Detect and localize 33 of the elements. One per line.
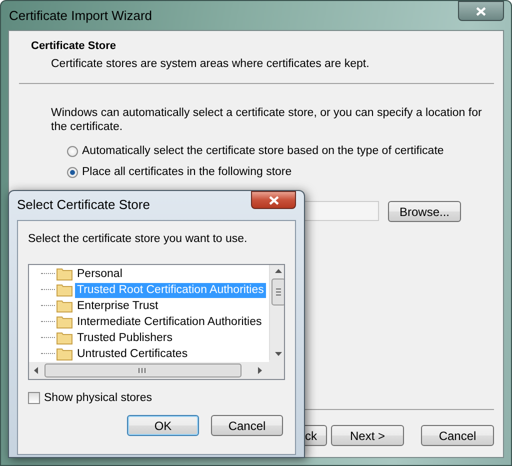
folder-icon	[56, 315, 73, 329]
tree-item[interactable]: Personal	[75, 266, 124, 282]
radio-button[interactable]	[67, 166, 78, 178]
next-button[interactable]: Next >	[331, 425, 404, 446]
tree-item[interactable]: Enterprise Trust	[75, 298, 160, 314]
close-button[interactable]	[251, 191, 296, 209]
close-icon	[476, 6, 486, 16]
page-heading: Certificate Store	[31, 40, 117, 52]
prompt-text: Select the certificate store you want to use.	[28, 233, 248, 245]
tree-item[interactable]: Untrusted Certificates	[75, 346, 190, 362]
radio-button[interactable]	[67, 146, 78, 156]
folder-icon	[56, 299, 73, 313]
checkbox-label: Show physical stores	[44, 392, 152, 404]
folder-icon	[56, 283, 73, 297]
close-button[interactable]	[458, 1, 504, 21]
store-tree[interactable]: Personal Trusted Root Certification Authorities Enterprise Trust Intermediate Certification Authorities Trusted Publishers Untrusted Certificates	[28, 264, 285, 380]
folder-icon	[56, 267, 73, 281]
tree-item[interactable]: Intermediate Certification Authorities	[75, 314, 264, 330]
option-label: Automatically select the certificate store based on the type of certificate	[82, 145, 444, 157]
browse-button[interactable]: Browse...	[388, 201, 461, 222]
dialog-title: Select Certificate Store	[17, 197, 150, 214]
tree-item[interactable]: Trusted Publishers	[75, 330, 174, 346]
ok-button[interactable]: OK	[127, 415, 199, 436]
cancel-button[interactable]: Cancel	[421, 425, 494, 446]
window-title: Certificate Import Wizard	[9, 8, 152, 23]
option-label: Place all certificates in the following store	[82, 166, 292, 178]
intro-text: Windows can automatically select a certificate store, or you can specify a location for the certificate.	[51, 106, 483, 134]
folder-icon	[56, 331, 73, 345]
close-icon	[268, 196, 278, 204]
cancel-button[interactable]: Cancel	[211, 415, 283, 436]
vertical-scrollbar[interactable]	[269, 265, 284, 360]
checkbox[interactable]	[28, 392, 40, 404]
page-subheading: Certificate stores are system areas where certificates are kept.	[50, 57, 370, 70]
